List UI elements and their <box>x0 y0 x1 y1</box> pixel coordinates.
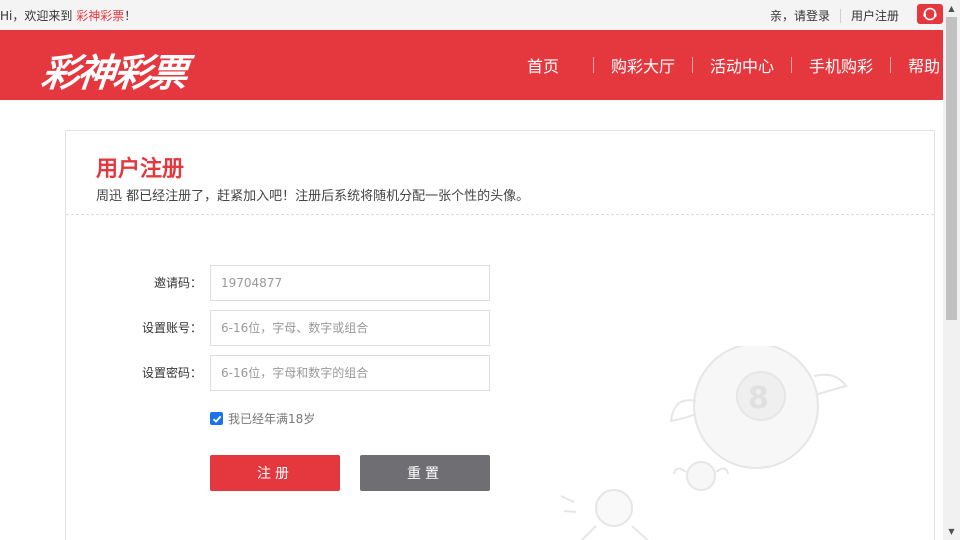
nav-item-activity-center[interactable]: 活动中心 <box>693 53 791 77</box>
login-link[interactable]: 亲，请登录 <box>770 7 830 24</box>
check-icon <box>212 415 221 423</box>
main-nav: 首页 购彩大厅 活动中心 手机购彩 帮助 <box>510 30 957 100</box>
top-bar: Hi，欢迎来到 彩神彩票！ 亲，请登录 用户注册 <box>0 0 943 30</box>
reset-button[interactable]: 重置 <box>360 455 490 491</box>
register-link[interactable]: 用户注册 <box>851 7 899 24</box>
register-card: 用户注册 周迅 都已经注册了，赶紧加入吧！注册后系统将随机分配一张个性的头像。 … <box>65 130 935 540</box>
greeting-prefix: Hi，欢迎来到 <box>0 9 77 23</box>
age-confirm-label: 我已经年满18岁 <box>228 412 316 426</box>
mascot-illustration: 8 <box>560 346 848 540</box>
main-header: 彩神彩票 首页 购彩大厅 活动中心 手机购彩 帮助 <box>0 30 943 100</box>
title-divider <box>66 214 934 215</box>
site-logo[interactable]: 彩神彩票 <box>39 42 189 97</box>
nav-item-lottery-hall[interactable]: 购彩大厅 <box>594 53 692 77</box>
invite-code-input[interactable] <box>210 265 490 301</box>
nav-item-home[interactable]: 首页 <box>510 53 593 77</box>
top-bar-links: 亲，请登录 用户注册 <box>770 4 943 24</box>
scroll-thumb[interactable] <box>946 17 957 320</box>
welcome-text: Hi，欢迎来到 彩神彩票！ <box>0 7 136 24</box>
greeting-brand[interactable]: 彩神彩票 <box>76 9 124 23</box>
svg-text:8: 8 <box>748 381 769 416</box>
page-subtitle: 周迅 都已经注册了，赶紧加入吧！注册后系统将随机分配一张个性的头像。 <box>96 189 530 204</box>
nav-item-mobile[interactable]: 手机购彩 <box>792 53 890 77</box>
customer-service-icon[interactable] <box>917 4 943 24</box>
page-scrollbar[interactable]: ▲ ▼ <box>943 0 960 540</box>
top-bar-divider <box>839 8 841 23</box>
password-input[interactable] <box>210 355 490 391</box>
scroll-down-arrow-icon[interactable]: ▼ <box>943 523 960 540</box>
scroll-up-arrow-icon[interactable]: ▲ <box>943 0 960 17</box>
password-label: 设置密码： <box>141 366 202 380</box>
account-input[interactable] <box>210 310 490 346</box>
age-confirm-checkbox[interactable] <box>210 412 223 425</box>
page: Hi，欢迎来到 彩神彩票！ 亲，请登录 用户注册 彩神彩票 首页 购彩大厅 活动… <box>0 0 960 540</box>
register-button[interactable]: 注册 <box>210 455 340 491</box>
account-label: 设置账号： <box>141 321 202 335</box>
greeting-suffix: ！ <box>124 9 137 23</box>
page-title: 用户注册 <box>96 157 185 182</box>
invite-label: 邀请码： <box>153 276 202 290</box>
age-confirm: 我已经年满18岁 <box>210 410 315 427</box>
